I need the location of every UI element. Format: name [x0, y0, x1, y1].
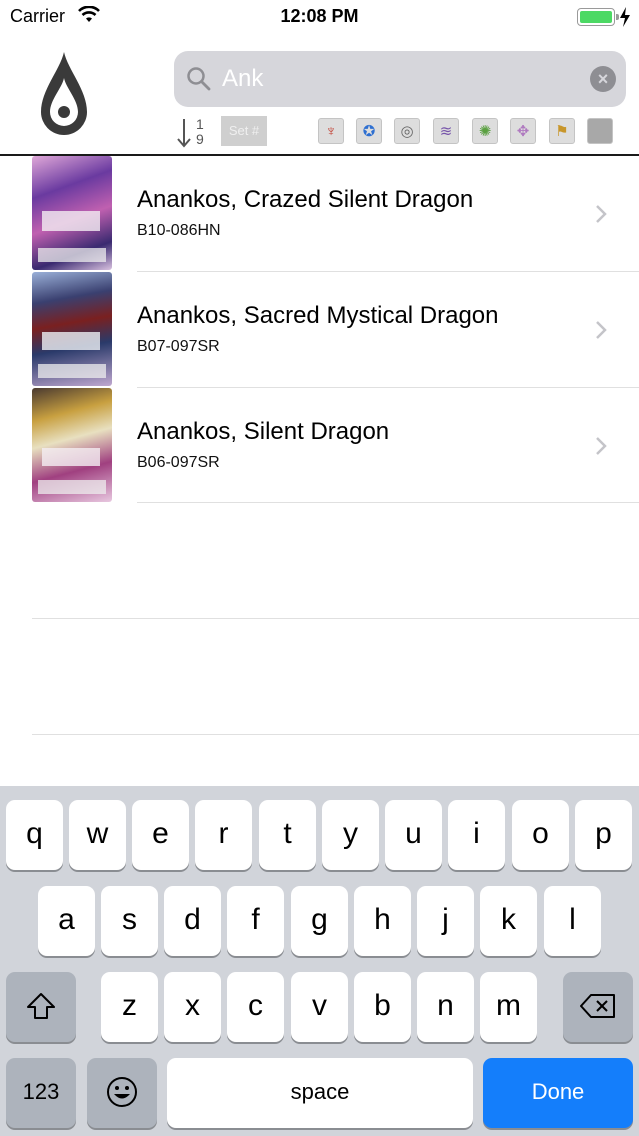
row-divider — [32, 734, 639, 735]
emoji-key[interactable] — [87, 1058, 157, 1128]
card-code: B10-086HN — [137, 222, 221, 239]
card-code: B06-097SR — [137, 454, 220, 471]
list-item[interactable]: Anankos, Sacred Mystical Dragon B07-097S… — [0, 272, 639, 388]
charging-bolt-icon — [620, 7, 630, 27]
yellow-faction-icon[interactable]: ⚑ — [549, 118, 575, 144]
white-faction-icon[interactable]: ◎ — [394, 118, 420, 144]
key-c[interactable]: c — [227, 972, 284, 1042]
card-name: Anankos, Silent Dragon — [137, 418, 390, 445]
sort-button[interactable]: 1 9 — [176, 116, 210, 152]
card-thumbnail — [32, 156, 112, 270]
key-v[interactable]: v — [291, 972, 348, 1042]
keyboard: q w e r t y u i o p a s d f g h j k l z … — [0, 786, 639, 1136]
key-t[interactable]: t — [259, 800, 316, 870]
clear-search-button[interactable]: × — [590, 66, 616, 92]
row-divider — [137, 502, 639, 503]
key-o[interactable]: o — [512, 800, 569, 870]
delete-icon — [580, 994, 615, 1018]
key-s[interactable]: s — [101, 886, 158, 956]
green-faction-icon[interactable]: ✺ — [472, 118, 498, 144]
emoji-icon — [107, 1077, 137, 1107]
card-thumbnail — [32, 388, 112, 502]
blue-faction-icon[interactable]: ✪ — [356, 118, 382, 144]
shift-key[interactable] — [6, 972, 76, 1042]
black-faction-icon[interactable]: ≋ — [433, 118, 459, 144]
key-p[interactable]: p — [575, 800, 632, 870]
search-bar: × — [174, 51, 626, 107]
sort-bottom-digit: 9 — [196, 131, 204, 147]
card-name: Anankos, Sacred Mystical Dragon — [137, 302, 499, 329]
key-r[interactable]: r — [195, 800, 252, 870]
header: × 1 9 Set # ♆ ✪ ◎ ≋ ✺ ✥ ⚑ — [0, 34, 639, 156]
clock-label: 12:08 PM — [280, 6, 359, 26]
purple-faction-icon[interactable]: ✥ — [510, 118, 536, 144]
key-u[interactable]: u — [385, 800, 442, 870]
status-bar: Carrier 12:08 PM — [0, 0, 639, 34]
set-number-button[interactable]: Set # — [221, 116, 267, 146]
key-i[interactable]: i — [448, 800, 505, 870]
card-code: B07-097SR — [137, 338, 220, 355]
sort-top-digit: 1 — [196, 116, 204, 132]
key-a[interactable]: a — [38, 886, 95, 956]
sort-down-arrow-icon — [177, 119, 191, 148]
shift-icon — [27, 993, 55, 1019]
done-key[interactable]: Done — [483, 1058, 633, 1128]
key-w[interactable]: w — [69, 800, 126, 870]
chevron-right-icon — [596, 437, 607, 455]
colorless-faction-icon[interactable] — [587, 118, 613, 144]
key-z[interactable]: z — [101, 972, 158, 1042]
space-key[interactable]: space — [167, 1058, 473, 1128]
key-n[interactable]: n — [417, 972, 474, 1042]
key-g[interactable]: g — [291, 886, 348, 956]
key-l[interactable]: l — [544, 886, 601, 956]
red-faction-icon[interactable]: ♆ — [318, 118, 344, 144]
numbers-key[interactable]: 123 — [6, 1058, 76, 1128]
delete-key[interactable] — [563, 972, 633, 1042]
key-h[interactable]: h — [354, 886, 411, 956]
key-f[interactable]: f — [227, 886, 284, 956]
card-thumbnail — [32, 272, 112, 386]
battery-icon — [577, 8, 619, 26]
key-q[interactable]: q — [6, 800, 63, 870]
key-m[interactable]: m — [480, 972, 537, 1042]
search-input[interactable] — [222, 59, 582, 99]
search-icon — [187, 67, 211, 91]
key-e[interactable]: e — [132, 800, 189, 870]
key-j[interactable]: j — [417, 886, 474, 956]
chevron-right-icon — [596, 321, 607, 339]
key-b[interactable]: b — [354, 972, 411, 1042]
key-y[interactable]: y — [322, 800, 379, 870]
key-k[interactable]: k — [480, 886, 537, 956]
list-item[interactable]: Anankos, Crazed Silent Dragon B10-086HN — [0, 156, 639, 272]
row-divider — [32, 618, 639, 619]
chevron-right-icon — [596, 205, 607, 223]
key-d[interactable]: d — [164, 886, 221, 956]
list-item[interactable]: Anankos, Silent Dragon B06-097SR — [0, 388, 639, 504]
drop-logo-icon[interactable] — [38, 50, 90, 140]
key-x[interactable]: x — [164, 972, 221, 1042]
clear-circle-icon: × — [597, 69, 609, 89]
card-name: Anankos, Crazed Silent Dragon — [137, 186, 474, 213]
